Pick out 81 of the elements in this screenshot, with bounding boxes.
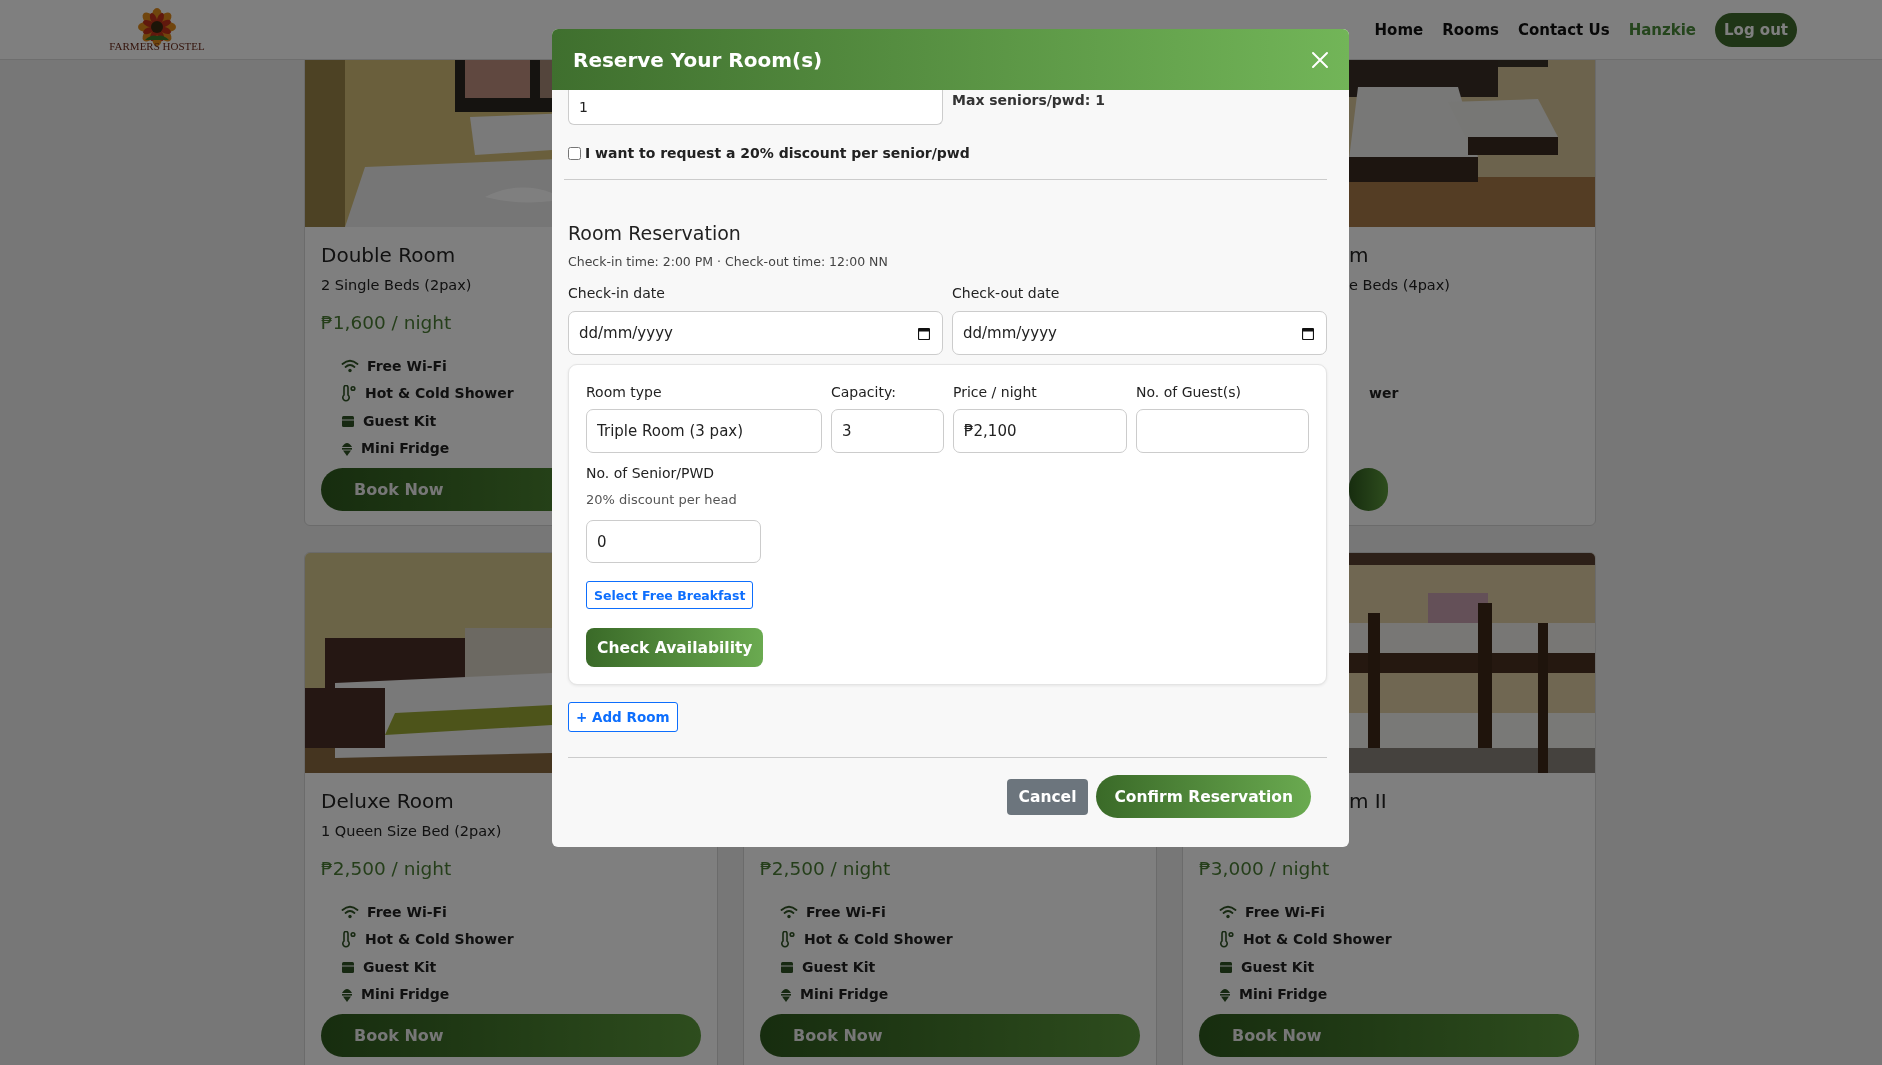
date-field[interactable]: dd/mm/yyyy: [568, 311, 943, 355]
time-note: Check-in time: 2:00 PM · Check-out time: 12:00 NN: [568, 253, 889, 271]
amenity-label: Hot & Cold Shower: [365, 931, 514, 948]
wifi-icon: [780, 904, 798, 919]
room-price: ₱2,500 / night: [321, 857, 452, 881]
field-label: Check-out date: [952, 284, 1061, 303]
max-seniors-text: Max seniors/pwd: 1: [952, 92, 1106, 108]
breakfast-button[interactable]: Select Free Breakfast: [586, 581, 754, 609]
room-price: ₱3,000 / night: [1199, 857, 1330, 881]
bed-info: e Beds (4pax): [1349, 276, 1450, 295]
kit-icon: [780, 959, 794, 974]
thermometer-icon: [341, 384, 357, 402]
field-label: No. of Guest(s): [1136, 383, 1242, 402]
amenity-label: Hot & Cold Shower: [365, 385, 514, 402]
amenity-label: Guest Kit: [802, 958, 876, 975]
amenity-label: Mini Fridge: [800, 986, 889, 1003]
room-price: ₱1,600 / night: [321, 311, 452, 335]
amenity-label: Hot & Cold Shower: [804, 931, 953, 948]
wifi-icon: [341, 904, 359, 919]
cone-icon: [341, 440, 353, 456]
dialog-title: Reserve Your Room(s): [573, 47, 823, 72]
calendar-icon[interactable]: [1302, 327, 1314, 340]
user-link[interactable]: Hanzkie: [1628, 20, 1696, 39]
amenity-label: Free Wi-Fi: [367, 357, 447, 374]
amenity-label: Mini Fridge: [361, 440, 450, 457]
book-now-button[interactable]: [1349, 468, 1388, 511]
seniors-input[interactable]: 1: [568, 90, 943, 125]
amenity-label: Free Wi-Fi: [806, 903, 886, 920]
amenity-label: wer: [1369, 385, 1399, 402]
input-field[interactable]: ₱2,100: [953, 409, 1127, 453]
room-title: Double Room: [321, 242, 456, 269]
add-room-button[interactable]: + Add Room: [568, 702, 678, 732]
nav-link[interactable]: Rooms: [1442, 20, 1499, 39]
amenity-label: Guest Kit: [363, 412, 437, 429]
date-field[interactable]: dd/mm/yyyy: [952, 311, 1327, 355]
calendar-icon[interactable]: [918, 327, 930, 340]
amenity-label: Free Wi-Fi: [1245, 903, 1325, 920]
kit-icon: [341, 413, 355, 428]
nav-link[interactable]: Home: [1374, 20, 1424, 39]
field-label: Check-in date: [568, 284, 666, 303]
field-label: Capacity:: [831, 383, 897, 402]
amenity-label: Guest Kit: [1241, 958, 1315, 975]
book-now-button[interactable]: Book Now: [760, 1014, 1140, 1057]
amenity-label: Free Wi-Fi: [367, 903, 447, 920]
amenity-label: Guest Kit: [363, 958, 437, 975]
amenity-label: Hot & Cold Shower: [1243, 931, 1392, 948]
nav-link[interactable]: Contact Us: [1517, 20, 1610, 39]
bed-info: 2 Single Beds (2pax): [321, 276, 472, 295]
cancel-button[interactable]: Cancel: [1006, 778, 1089, 815]
input-field[interactable]: Triple Room (3 pax): [586, 409, 822, 453]
wifi-icon: [341, 358, 359, 373]
room-title: m: [1349, 242, 1369, 269]
section-title: Room Reservation: [568, 221, 742, 246]
logo-text[interactable]: FARMERS HOSTEL: [109, 39, 205, 52]
field-label: Room type: [586, 383, 663, 402]
cone-icon: [1219, 986, 1231, 1002]
thermometer-icon: [780, 930, 796, 948]
wifi-icon: [1219, 904, 1237, 919]
discount-label: I want to request a 20% discount per senior/pwd: [585, 145, 970, 161]
room-title: m II: [1349, 788, 1387, 815]
room-price: ₱2,500 / night: [760, 857, 891, 881]
field-label: Price / night: [953, 383, 1038, 402]
input-field[interactable]: 0: [586, 520, 761, 563]
confirm-button[interactable]: Confirm Reservation: [1096, 775, 1311, 818]
cone-icon: [780, 986, 792, 1002]
cone-icon: [341, 986, 353, 1002]
amenity-label: Mini Fridge: [361, 986, 450, 1003]
amenity-label: Mini Fridge: [1239, 986, 1328, 1003]
input-field[interactable]: [1136, 409, 1309, 453]
book-now-button[interactable]: Book Now: [1199, 1014, 1579, 1057]
check-availability-button[interactable]: Check Availability: [586, 628, 764, 667]
discount-checkbox[interactable]: [568, 146, 581, 160]
input-field[interactable]: 3: [831, 409, 944, 453]
bed-info: 1 Queen Size Bed (2pax): [321, 822, 502, 841]
thermometer-icon: [1219, 930, 1235, 948]
book-now-button[interactable]: Book Now: [321, 1014, 701, 1057]
room-title: Deluxe Room: [321, 788, 454, 815]
logout-button[interactable]: Log out: [1715, 12, 1797, 47]
thermometer-icon: [341, 930, 357, 948]
kit-icon: [1219, 959, 1233, 974]
kit-icon: [341, 959, 355, 974]
